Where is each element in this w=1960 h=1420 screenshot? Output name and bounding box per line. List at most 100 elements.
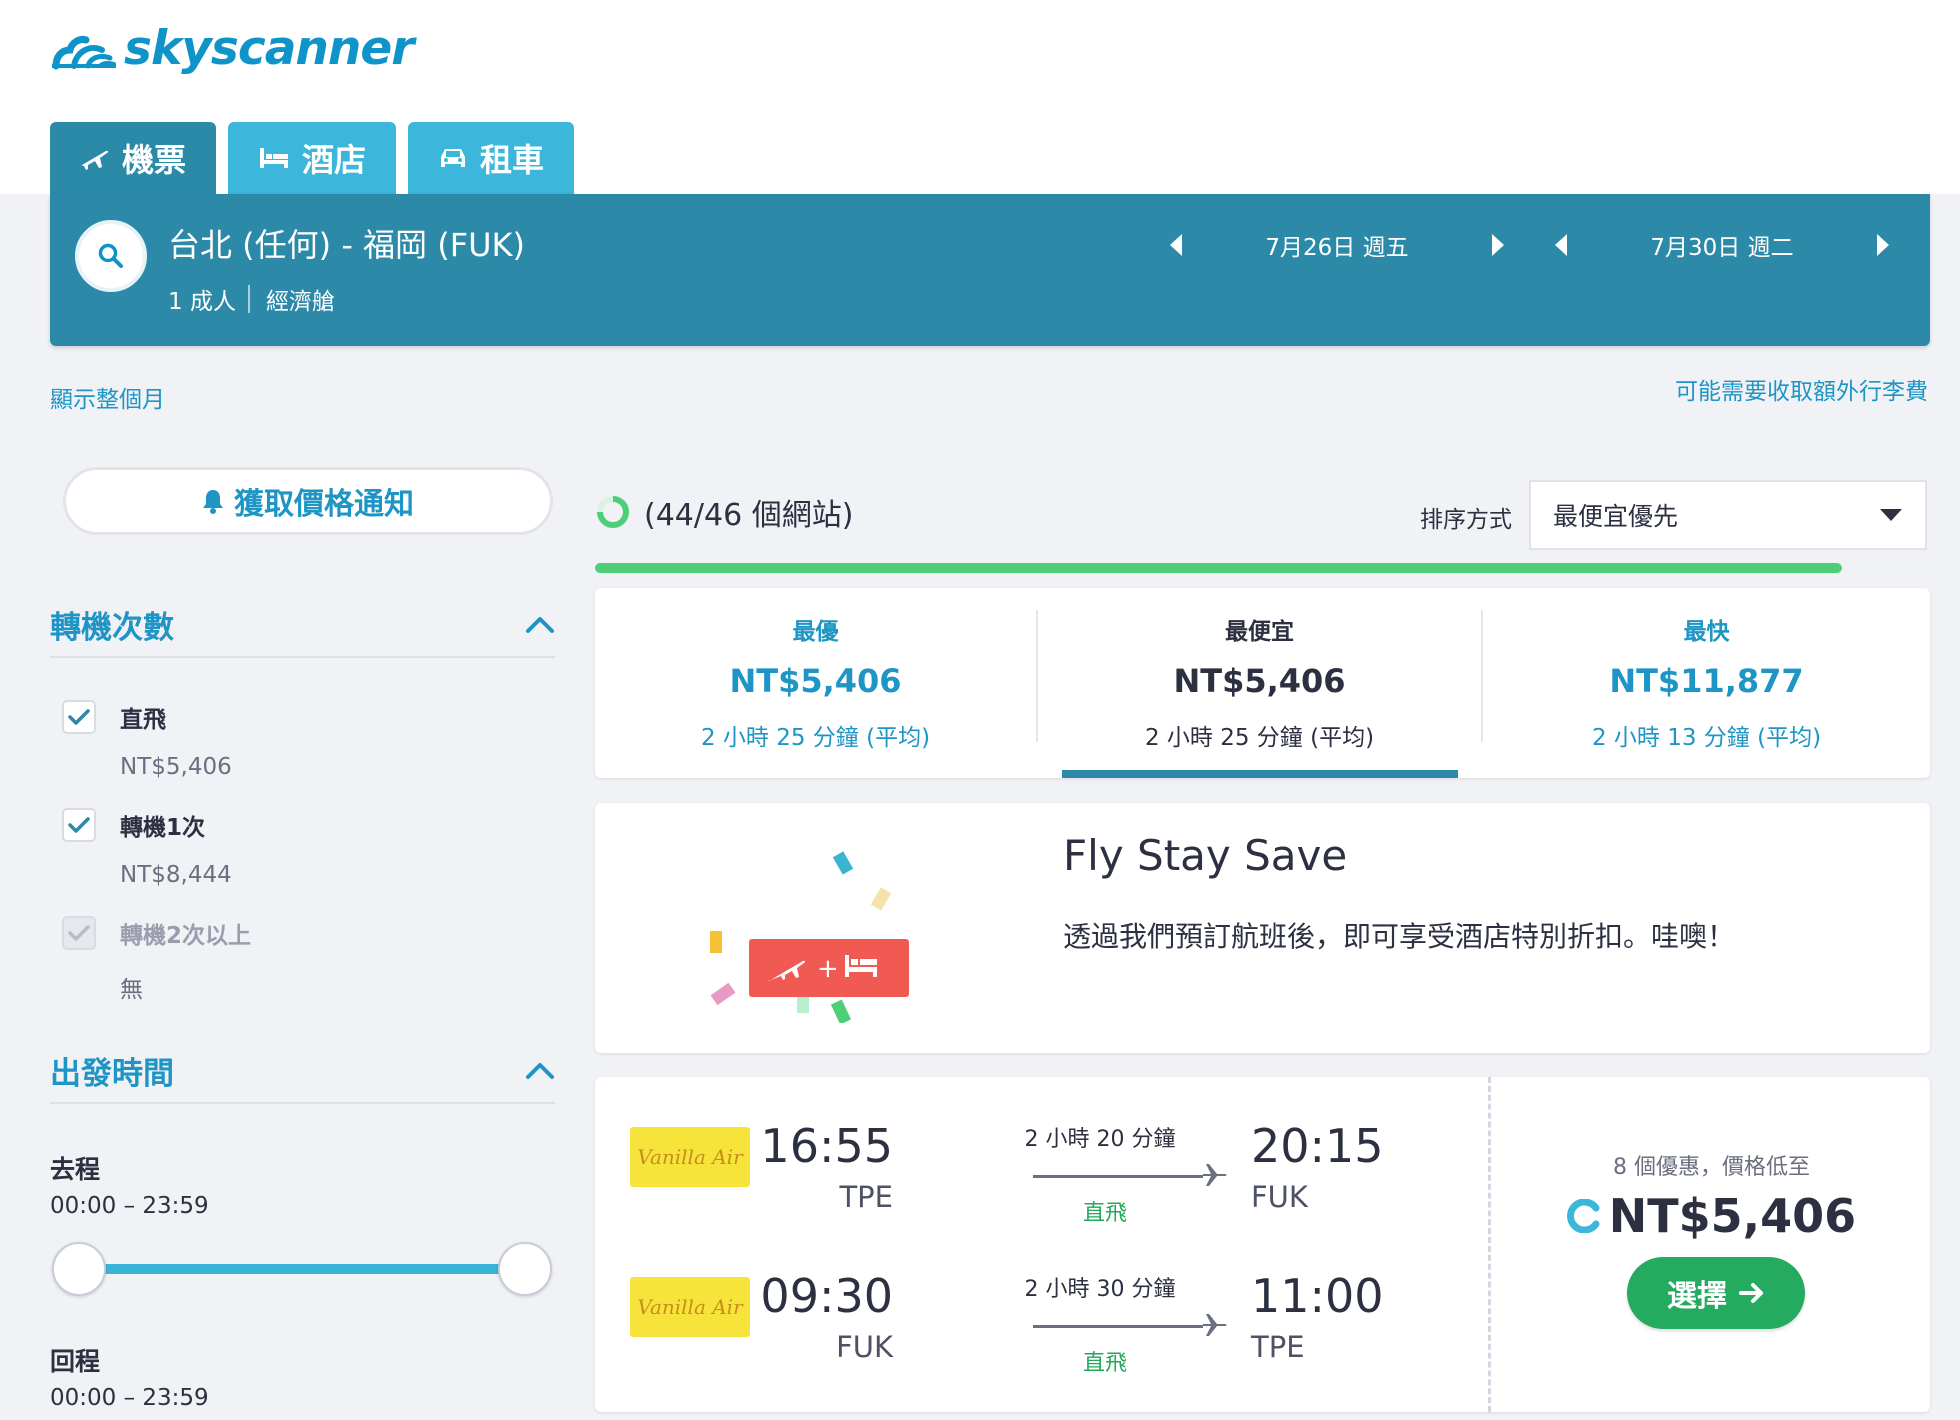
select-flight-button[interactable]: 選擇: [1627, 1257, 1805, 1329]
summary-duration: 2 小時 13 分鐘 (平均): [1591, 725, 1822, 751]
departure-airport: FUK: [836, 1330, 893, 1364]
checkmark-icon: [68, 817, 90, 833]
arrival-time: 20:15: [1251, 1119, 1384, 1173]
flight-duration: 2 小時 30 分鐘: [1024, 1277, 1176, 1302]
sort-summary-tabs: 最優 NT$5,406 2 小時 25 分鐘 (平均) 最便宜 NT$5,406…: [595, 588, 1930, 778]
caret-right-icon: [1492, 234, 1504, 256]
departure-time: 09:30: [760, 1269, 893, 1323]
airline-logo: Vanilla Air: [630, 1127, 750, 1187]
plane-icon: [81, 150, 109, 170]
outbound-leg: Vanilla Air 16:55 TPE 2 小時 20 分鐘 直飛 20:1…: [595, 1077, 1485, 1226]
depart-date-picker: 7月26日 週五: [1158, 220, 1516, 270]
flight-duration: 2 小時 20 分鐘: [1024, 1127, 1176, 1152]
active-tab-indicator: [1062, 770, 1458, 778]
divider: [247, 285, 250, 313]
arrival-airport: FUK: [1251, 1180, 1308, 1214]
departure-time-filter-header[interactable]: 出發時間: [50, 1038, 555, 1104]
promo-title: Fly Stay Save: [1063, 831, 1348, 880]
return-prev-button[interactable]: [1543, 220, 1579, 270]
route-line: [1033, 1325, 1203, 1328]
stops-text: 直飛: [1082, 1201, 1127, 1226]
slider-start-handle[interactable]: [52, 1242, 106, 1296]
chevron-up-icon: [526, 617, 554, 633]
direct-checkbox[interactable]: [62, 700, 96, 734]
flight-plus-hotel-illustration: +: [710, 851, 909, 1023]
departure-time: 16:55: [760, 1119, 893, 1173]
search-icon: [98, 243, 123, 268]
arrow-right-icon: [1739, 1283, 1763, 1303]
route-line: [1033, 1175, 1203, 1178]
caret-left-icon: [1555, 234, 1567, 256]
return-leg: Vanilla Air 09:30 FUK 2 小時 30 分鐘 直飛 11:0…: [595, 1227, 1485, 1376]
sort-label: 排序方式: [1420, 507, 1512, 533]
caret-right-icon: [1877, 234, 1889, 256]
slider-track: [80, 1264, 524, 1274]
tab-label: 機票: [122, 141, 187, 179]
return-label: 回程: [50, 1347, 101, 1376]
tab-hotels[interactable]: 酒店: [228, 122, 397, 194]
airline-logo: Vanilla Air: [630, 1277, 750, 1337]
route-text[interactable]: 台北 (任何) - 福岡 (FUK): [168, 220, 525, 266]
search-status: (44/46 個網站): [596, 490, 853, 534]
return-date[interactable]: 7月30日 週二: [1579, 228, 1865, 262]
price-alert-button[interactable]: 獲取價格通知: [63, 467, 553, 535]
chevron-up-icon: [526, 1063, 554, 1079]
passenger-info[interactable]: 1 成人 經濟艙: [168, 282, 335, 316]
summary-duration: 2 小時 25 分鐘 (平均): [1144, 725, 1375, 751]
promo-description: 透過我們預訂航班後，即可享受酒店特別折扣。哇噢！: [1063, 920, 1736, 953]
flight-result-card[interactable]: Vanilla Air 16:55 TPE 2 小時 20 分鐘 直飛 20:1…: [595, 1077, 1930, 1412]
return-date-picker: 7月30日 週二: [1543, 220, 1901, 270]
sites-progress-text: (44/46 個網站): [644, 498, 854, 533]
plane-icon: [1203, 1164, 1227, 1186]
summary-price: NT$5,406: [1173, 662, 1346, 700]
search-progress-bar: [595, 563, 1842, 573]
chevron-down-icon: [1880, 509, 1902, 521]
summary-best[interactable]: 最優 NT$5,406 2 小時 25 分鐘 (平均): [595, 588, 1036, 778]
one-stop-checkbox[interactable]: [62, 808, 96, 842]
option-price: NT$5,406: [120, 754, 232, 780]
depart-date[interactable]: 7月26日 週五: [1194, 228, 1480, 262]
summary-cheapest[interactable]: 最便宜 NT$5,406 2 小時 25 分鐘 (平均): [1038, 588, 1481, 778]
slider-end-handle[interactable]: [498, 1242, 552, 1296]
summary-fastest[interactable]: 最快 NT$11,877 2 小時 13 分鐘 (平均): [1483, 588, 1930, 778]
search-summary-bar: 台北 (任何) - 福岡 (FUK) 1 成人 經濟艙 7月26日 週五 7月3…: [50, 194, 1930, 346]
vertical-tabs: 機票 酒店 租車: [50, 122, 575, 194]
baggage-fees-link[interactable]: 可能需要收取額外行李費: [1675, 372, 1928, 406]
loading-spinner-icon: [597, 496, 629, 528]
result-price: NT$5,406: [1608, 1189, 1857, 1243]
return-range: 00:00 – 23:59: [50, 1385, 209, 1411]
deals-count: 8 個優惠，價格低至: [1613, 1155, 1810, 1180]
departure-time-title: 出發時間: [50, 1055, 174, 1092]
stops-option-one-stop[interactable]: 轉機1次 NT$8,444: [62, 808, 232, 888]
summary-heading: 最便宜: [1225, 619, 1294, 645]
skyscanner-logo[interactable]: skyscanner: [50, 18, 414, 78]
cabin-class: 經濟艙: [265, 289, 335, 315]
departure-airport: TPE: [839, 1180, 893, 1214]
price-alert-label: 獲取價格通知: [234, 487, 414, 522]
depart-prev-button[interactable]: [1158, 220, 1194, 270]
caret-left-icon: [1170, 234, 1182, 256]
stops-filter-header[interactable]: 轉機次數: [50, 592, 555, 658]
svg-text:+: +: [817, 954, 839, 984]
car-icon: [441, 149, 466, 167]
tab-cars[interactable]: 租車: [408, 122, 575, 194]
fly-stay-save-banner[interactable]: + Fly Stay Save 透過我們預訂航班後，即可享受酒店特別折扣。哇噢！: [595, 803, 1930, 1053]
bell-icon: [203, 490, 223, 514]
sort-dropdown[interactable]: 最便宜優先: [1529, 480, 1927, 550]
stops-option-two-plus: 轉機2次以上 無: [62, 916, 251, 1004]
cloud-logo-icon: [52, 36, 116, 70]
return-next-button[interactable]: [1865, 220, 1901, 270]
summary-price: NT$5,406: [729, 662, 902, 700]
tab-label: 租車: [480, 141, 545, 179]
stops-option-direct[interactable]: 直飛 NT$5,406: [62, 700, 232, 780]
option-label: 直飛: [120, 707, 166, 733]
loading-spinner-icon: [1566, 1199, 1600, 1233]
depart-next-button[interactable]: [1480, 220, 1516, 270]
checkmark-icon: [68, 925, 90, 941]
outbound-time-slider[interactable]: [52, 1242, 552, 1296]
edit-search-button[interactable]: [75, 220, 147, 292]
tab-flights[interactable]: 機票: [50, 122, 217, 194]
show-whole-month-link[interactable]: 顯示整個月: [50, 380, 165, 414]
summary-heading: 最優: [792, 619, 839, 645]
summary-price: NT$11,877: [1609, 662, 1804, 700]
